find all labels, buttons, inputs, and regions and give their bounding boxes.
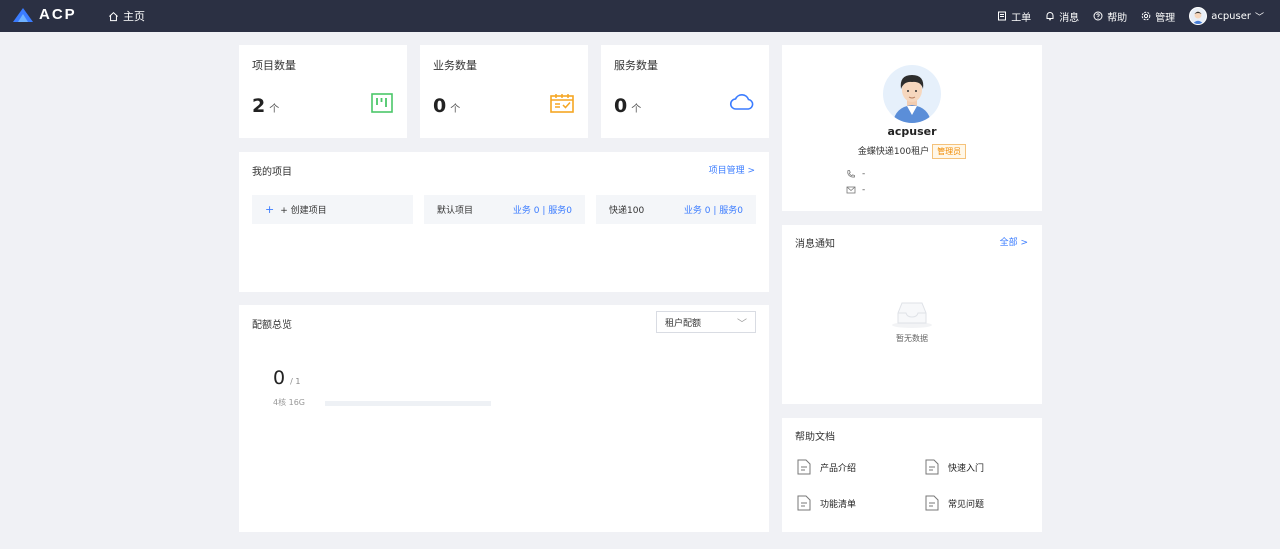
stat-title: 业务数量: [433, 59, 477, 72]
quota-progress-bar: [325, 401, 491, 406]
home-label: 主页: [123, 10, 145, 23]
user-menu[interactable]: acpuser ﹀: [1189, 7, 1264, 25]
acp-logo-icon: [13, 7, 33, 22]
board-icon: [371, 93, 393, 113]
select-value: 租户配额: [665, 318, 702, 329]
help-label: 帮助: [1107, 12, 1128, 24]
quota-spec-label: 4核 16G: [273, 398, 306, 407]
empty-state-text: 暂无数据: [896, 334, 928, 343]
user-profile-card: acpuser 金蝶快递100租户 管理员 - -: [782, 45, 1042, 211]
user-avatar: [1189, 7, 1208, 25]
section-title: 消息通知: [795, 239, 835, 250]
document-icon: [925, 459, 939, 475]
calendar-check-icon: [550, 94, 574, 113]
chevron-down-icon: ﹀: [737, 318, 747, 330]
document-icon: [925, 495, 939, 511]
plus-icon: +: [265, 203, 275, 216]
project-name: 默认项目: [437, 206, 474, 216]
section-title: 我的项目: [252, 167, 292, 178]
document-icon: [797, 459, 811, 475]
service-count-card: 服务数量 0个: [601, 45, 769, 138]
stat-value: 2个: [252, 95, 280, 117]
create-project-label: + 创建项目: [280, 206, 327, 216]
business-count-card: 业务数量 0个: [420, 45, 588, 138]
manage-label: 管理: [1155, 12, 1176, 24]
notifications-card: 消息通知 全部 > 暂无数据: [782, 225, 1042, 404]
logo-text: ACP: [39, 6, 77, 23]
username-label: acpuser: [1211, 10, 1251, 22]
phone-icon: [847, 170, 855, 178]
mail-icon: [846, 186, 856, 194]
profile-organization: 金蝶快递100租户 管理员: [782, 144, 1042, 159]
home-nav-link[interactable]: 主页: [108, 8, 145, 24]
stat-title: 项目数量: [252, 59, 296, 72]
stat-title: 服务数量: [614, 59, 658, 72]
project-name: 快递100: [609, 206, 645, 216]
contact-phone: -: [846, 169, 865, 179]
profile-avatar: [883, 65, 941, 123]
project-manage-link[interactable]: 项目管理 >: [709, 163, 755, 176]
cloud-icon: [729, 94, 754, 110]
doc-link-quick-start[interactable]: 快速入门: [925, 459, 984, 475]
project-stats-link[interactable]: 业务 0 | 服务0: [513, 203, 572, 216]
contact-email: -: [846, 185, 865, 195]
create-project-button[interactable]: + + 创建项目: [252, 195, 413, 224]
help-nav-button[interactable]: 帮助: [1093, 9, 1127, 24]
user-avatar-icon: [1192, 11, 1204, 24]
empty-inbox-icon: [892, 302, 932, 328]
home-icon: [109, 11, 118, 21]
document-icon: [797, 495, 811, 511]
chevron-down-icon: ﹀: [1254, 12, 1264, 23]
my-projects-card: 我的项目 项目管理 > + + 创建项目 默认项目 业务 0 | 服务0 快递1…: [239, 152, 769, 292]
section-title: 配额总览: [252, 320, 292, 331]
app-logo[interactable]: ACP: [12, 6, 77, 23]
section-title: 帮助文档: [795, 432, 835, 443]
project-stats-link[interactable]: 业务 0 | 服务0: [684, 203, 743, 216]
all-notifications-link[interactable]: 全部 >: [1000, 235, 1028, 248]
ticket-icon: [998, 11, 1007, 21]
top-navigation-bar: ACP 主页 工单 消息 帮助 管理 acpuser ﹀: [0, 0, 1280, 32]
project-count-card: 项目数量 2个: [239, 45, 407, 138]
doc-link-product-intro[interactable]: 产品介绍: [797, 459, 856, 475]
profile-username: acpuser: [887, 125, 937, 138]
stat-value: 0个: [614, 95, 642, 117]
stat-value: 0个: [433, 95, 461, 117]
ticket-label: 工单: [1011, 12, 1032, 24]
project-tile[interactable]: 快递100 业务 0 | 服务0: [596, 195, 756, 224]
doc-link-faq[interactable]: 常见问题: [925, 495, 984, 511]
project-tile[interactable]: 默认项目 业务 0 | 服务0: [424, 195, 585, 224]
quota-scope-select[interactable]: 租户配额 ﹀: [656, 311, 756, 333]
quota-overview-card: 配额总览 租户配额 ﹀ 0/ 1 4核 16G: [239, 305, 769, 532]
ticket-nav-button[interactable]: 工单: [997, 9, 1031, 24]
help-circle-icon: [1093, 11, 1103, 21]
quota-used-value: 0/ 1: [273, 367, 301, 389]
message-label: 消息: [1059, 12, 1080, 24]
help-docs-card: 帮助文档 产品介绍 快速入门 功能清单 常见问题: [782, 418, 1042, 532]
role-badge: 管理员: [932, 144, 967, 159]
message-nav-button[interactable]: 消息: [1045, 9, 1079, 24]
gear-icon: [1141, 11, 1151, 21]
user-avatar-icon: [893, 75, 931, 123]
doc-link-feature-list[interactable]: 功能清单: [797, 495, 856, 511]
manage-nav-button[interactable]: 管理: [1141, 9, 1175, 24]
header-actions: 工单 消息 帮助 管理 acpuser ﹀: [997, 0, 1264, 32]
bell-icon: [1046, 12, 1054, 21]
